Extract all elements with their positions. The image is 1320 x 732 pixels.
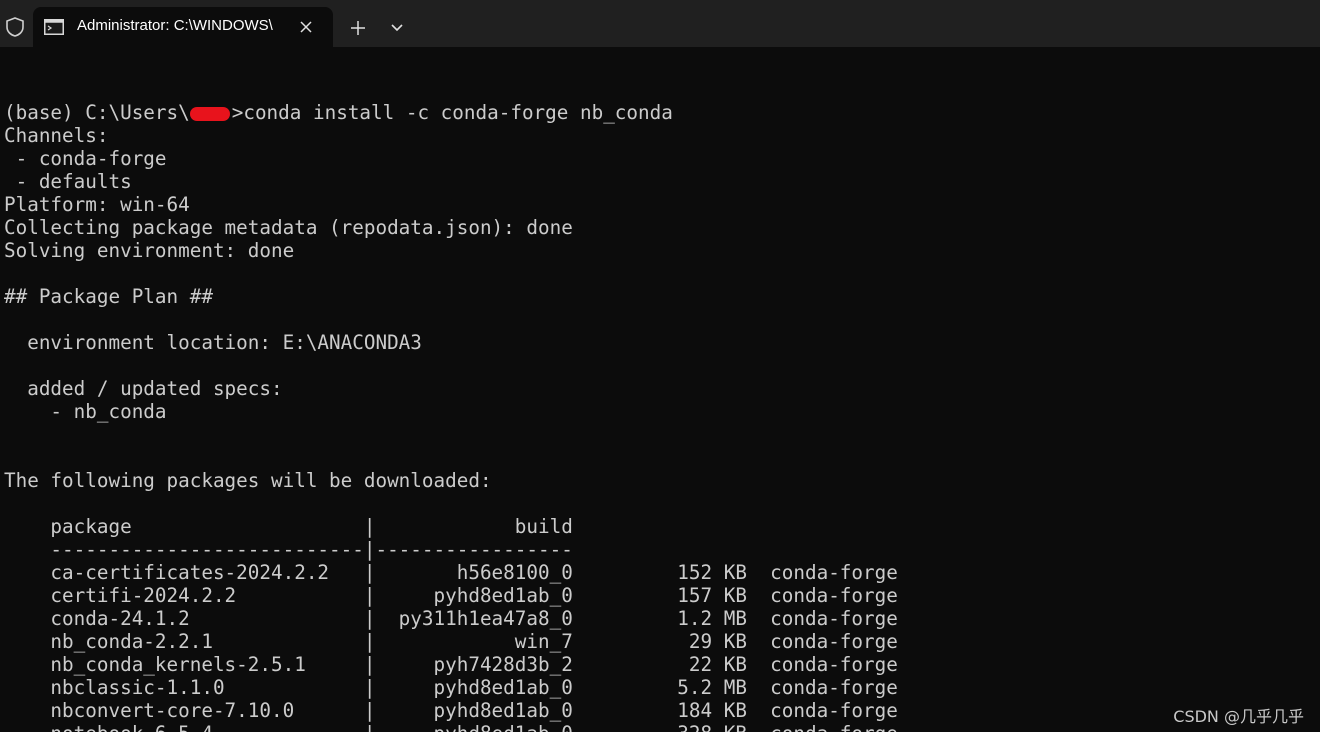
csdn-watermark: CSDN @几乎几乎 xyxy=(1173,707,1304,726)
redacted-username xyxy=(189,106,230,121)
terminal-window: Administrator: C:\WINDOWS\ (base) C:\Use… xyxy=(0,0,1320,732)
package-row: ca-certificates-2024.2.2 | h56e8100_0 15… xyxy=(4,561,898,584)
output-line: ## Package Plan ## xyxy=(4,285,213,308)
title-bar: Administrator: C:\WINDOWS\ xyxy=(0,0,1320,47)
command-prompt-line: (base) C:\Users\ >conda install -c conda-… xyxy=(4,101,1314,124)
package-table-header: package | build xyxy=(4,515,573,538)
output-line: Solving environment: done xyxy=(4,239,295,262)
tab-title: Administrator: C:\WINDOWS\ xyxy=(77,17,273,34)
chevron-down-icon[interactable] xyxy=(388,18,406,36)
output-line: environment location: E:\ANACONDA3 xyxy=(4,331,422,354)
close-icon[interactable] xyxy=(297,18,315,36)
output-line: Channels: xyxy=(4,124,109,147)
package-row: nbconvert-core-7.10.0 | pyhd8ed1ab_0 184… xyxy=(4,699,898,722)
output-line: - nb_conda xyxy=(4,400,167,423)
package-row: conda-24.1.2 | py311h1ea47a8_0 1.2 MB co… xyxy=(4,607,898,630)
terminal-icon xyxy=(44,19,64,35)
package-row: notebook-6.5.4 | pyhd8ed1ab_0 328 KB con… xyxy=(4,722,1314,732)
command-text: >conda install -c conda-forge nb_conda xyxy=(231,101,673,124)
prompt-path: (base) C:\Users\ xyxy=(4,101,190,124)
output-line: Collecting package metadata (repodata.js… xyxy=(4,216,573,239)
plus-icon[interactable] xyxy=(347,17,369,39)
output-line: - defaults xyxy=(4,170,132,193)
package-row: nbclassic-1.1.0 | pyhd8ed1ab_0 5.2 MB co… xyxy=(4,676,898,699)
output-line: The following packages will be downloade… xyxy=(4,469,492,492)
package-row: nb_conda-2.2.1 | win_7 29 KB conda-forge xyxy=(4,630,898,653)
output-line: Platform: win-64 xyxy=(4,193,190,216)
package-row: nb_conda_kernels-2.5.1 | pyh7428d3b_2 22… xyxy=(4,653,898,676)
output-line: - conda-forge xyxy=(4,147,167,170)
package-table-divider: ---------------------------|------------… xyxy=(4,538,573,561)
shield-icon xyxy=(6,17,24,37)
tab-administrator[interactable]: Administrator: C:\WINDOWS\ xyxy=(33,7,333,47)
terminal-output[interactable]: (base) C:\Users\ >conda install -c conda-… xyxy=(4,101,1314,732)
package-row: certifi-2024.2.2 | pyhd8ed1ab_0 157 KB c… xyxy=(4,584,898,607)
output-line: added / updated specs: xyxy=(4,377,283,400)
